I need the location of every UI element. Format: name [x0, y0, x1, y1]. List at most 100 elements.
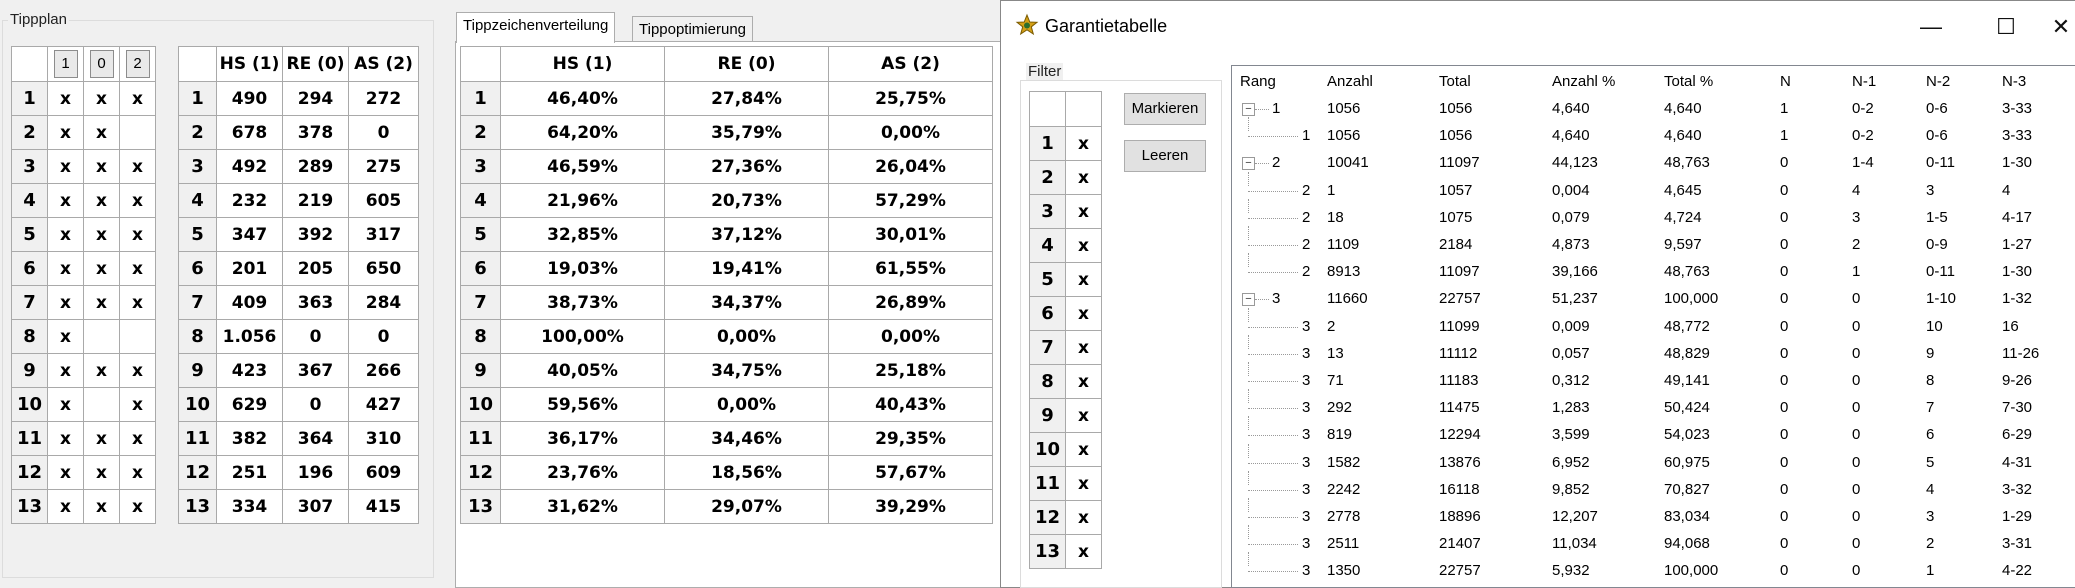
tip-cell[interactable]: x [119, 149, 156, 184]
tree-column-header[interactable]: N-1 [1852, 73, 1876, 90]
tree-child-row[interactable]: 3 2778 18896 12,207 83,034 0 0 3 1-29 [1232, 498, 2075, 530]
tree-group-row[interactable]: − 2 10041 11097 44,123 48,763 0 1-4 0-11 1-30 [1232, 149, 2075, 176]
tree-column-header[interactable]: N [1780, 73, 1791, 90]
tip-cell[interactable] [83, 319, 120, 354]
tip-cell[interactable]: x [47, 455, 84, 490]
leeren-button[interactable]: Leeren [1124, 140, 1206, 172]
filter-table[interactable]: 1 x 2 x 3 x 4 x 5 x 6 x 7 x 8 x 9 x 10 x 11 x 12 x 13 x [1029, 91, 1102, 569]
tip-cell[interactable]: x [47, 421, 84, 456]
tip-cell[interactable]: x [47, 217, 84, 252]
tip-cell[interactable]: x [83, 81, 120, 116]
filter-cell[interactable]: x [1065, 500, 1102, 535]
tip-cell[interactable]: x [119, 353, 156, 388]
filter-cell[interactable]: x [1065, 194, 1102, 229]
tip-column-button-1[interactable]: 1 [53, 50, 78, 78]
tree-child-row[interactable]: 3 2 11099 0,009 48,772 0 0 10 16 [1232, 307, 2075, 340]
collapse-icon[interactable]: − [1242, 157, 1255, 171]
tip-cell[interactable]: x [119, 251, 156, 286]
tree-child-row[interactable]: 1 1056 1056 4,640 4,640 1 0-2 0-6 3-33 [1232, 117, 2075, 149]
tree-cell: 0 [1780, 317, 1789, 335]
tip-cell[interactable]: x [47, 251, 84, 286]
filter-cell[interactable]: x [1065, 296, 1102, 331]
tree-child-row[interactable]: 2 1 1057 0,004 4,645 0 4 3 4 [1232, 171, 2075, 204]
tree-column-header[interactable]: Anzahl [1327, 73, 1373, 90]
tree-group-row[interactable]: − 3 11660 22757 51,237 100,000 0 0 1-10 1-32 [1232, 285, 2075, 312]
filter-cell[interactable]: x [1065, 126, 1102, 161]
tip-column-button-2[interactable]: 2 [125, 50, 150, 78]
tip-cell[interactable]: x [83, 217, 120, 252]
tip-cell[interactable]: x [83, 489, 120, 524]
tree-child-row[interactable]: 3 2242 16118 9,852 70,827 0 0 4 3-32 [1232, 470, 2075, 503]
tip-cell[interactable]: x [83, 115, 120, 150]
tip-cell[interactable] [119, 319, 156, 354]
tip-cell[interactable]: x [119, 489, 156, 524]
filter-cell[interactable]: x [1065, 330, 1102, 365]
tip-cell[interactable]: x [47, 81, 84, 116]
tip-cell[interactable] [119, 115, 156, 150]
tree-column-header[interactable]: Total [1439, 73, 1471, 90]
tree-connector [1248, 198, 1249, 213]
tip-cell[interactable]: x [119, 455, 156, 490]
title-bar[interactable]: Garantietabelle — ☐ ✕ [1001, 1, 2075, 53]
tree-child-row[interactable]: 3 13 11112 0,057 48,829 0 0 9 11-26 [1232, 334, 2075, 367]
tree-child-row[interactable]: 2 18 1075 0,079 4,724 0 3 1-5 4-17 [1232, 198, 2075, 231]
tip-cell[interactable]: x [83, 251, 120, 286]
tip-cell[interactable]: x [83, 183, 120, 218]
tree-child-row[interactable]: 3 292 11475 1,283 50,424 0 0 7 7-30 [1232, 389, 2075, 421]
tip-cell[interactable] [83, 387, 120, 422]
garantie-tree-list[interactable]: Rang Anzahl Total Anzahl % Total % N N-1 N-2 N-3… [1231, 65, 2075, 588]
minimize-button[interactable]: — [1901, 1, 1961, 53]
tree-column-header[interactable]: N-2 [1926, 73, 1950, 90]
filter-cell[interactable]: x [1065, 228, 1102, 263]
table-row: 12 23,76% 18,56% 57,67% [460, 455, 993, 490]
tip-column-button-0[interactable]: 0 [89, 50, 114, 78]
filter-cell[interactable]: x [1065, 534, 1102, 569]
tip-cell[interactable]: x [47, 489, 84, 524]
tip-cell[interactable]: x [119, 387, 156, 422]
rang-label: 3 [1302, 344, 1311, 362]
tip-cell[interactable]: x [119, 421, 156, 456]
tree-group-row[interactable]: − 1 1056 1056 4,640 4,640 1 0-2 0-6 3-33 [1232, 95, 2075, 122]
tip-cell[interactable]: x [47, 183, 84, 218]
tree-column-header[interactable]: Total % [1664, 73, 1713, 90]
tip-cell[interactable]: x [119, 217, 156, 252]
tip-cell[interactable]: x [119, 81, 156, 116]
collapse-icon[interactable]: − [1242, 103, 1255, 116]
markieren-button[interactable]: Markieren [1124, 93, 1206, 125]
tip-cell[interactable]: x [83, 285, 120, 320]
tree-column-header[interactable]: N-3 [2002, 73, 2026, 90]
tree-child-row[interactable]: 2 8913 11097 39,166 48,763 0 1 0-11 1-30 [1232, 253, 2075, 285]
filter-cell[interactable]: x [1065, 466, 1102, 501]
tab-tippzeichenverteilung[interactable]: Tippzeichenverteilung [456, 12, 616, 43]
filter-cell[interactable]: x [1065, 364, 1102, 399]
tip-cell[interactable]: x [119, 183, 156, 218]
tab-tippoptimierung[interactable]: Tippoptimierung [632, 16, 753, 43]
tip-cell[interactable]: x [47, 353, 84, 388]
tree-child-row[interactable]: 3 71 11183 0,312 49,141 0 0 8 9-26 [1232, 362, 2075, 394]
maximize-button[interactable]: ☐ [1976, 1, 2036, 53]
row-number: 5 [460, 217, 501, 252]
tip-cell[interactable]: x [83, 455, 120, 490]
filter-cell[interactable]: x [1065, 160, 1102, 195]
tree-child-row[interactable]: 3 1350 22757 5,932 100,000 0 0 1 4-22 [1232, 552, 2075, 584]
tip-cell[interactable]: x [83, 149, 120, 184]
tip-cell[interactable]: x [83, 421, 120, 456]
close-button[interactable]: ✕ [2046, 1, 2075, 53]
tree-child-row[interactable]: 3 819 12294 3,599 54,023 0 0 6 6-29 [1232, 416, 2075, 448]
filter-cell[interactable]: x [1065, 432, 1102, 467]
tree-child-row[interactable]: 2 1109 2184 4,873 9,597 0 2 0-9 1-27 [1232, 226, 2075, 258]
tip-cell[interactable]: x [47, 319, 84, 354]
filter-cell[interactable]: x [1065, 398, 1102, 433]
filter-cell[interactable]: x [1065, 262, 1102, 297]
tip-cell[interactable]: x [119, 285, 156, 320]
tip-cell[interactable]: x [47, 149, 84, 184]
tip-cell[interactable]: x [47, 387, 84, 422]
tree-child-row[interactable]: 3 1582 13876 6,952 60,975 0 0 5 4-31 [1232, 443, 2075, 476]
tip-cell[interactable]: x [47, 115, 84, 150]
tip-cell[interactable]: x [47, 285, 84, 320]
tree-column-header[interactable]: Anzahl % [1552, 73, 1615, 90]
tree-child-row[interactable]: 3 2511 21407 11,034 94,068 0 0 2 3-31 [1232, 525, 2075, 557]
tree-column-header[interactable]: Rang [1240, 73, 1276, 90]
collapse-icon[interactable]: − [1242, 293, 1255, 307]
tip-cell[interactable]: x [83, 353, 120, 388]
